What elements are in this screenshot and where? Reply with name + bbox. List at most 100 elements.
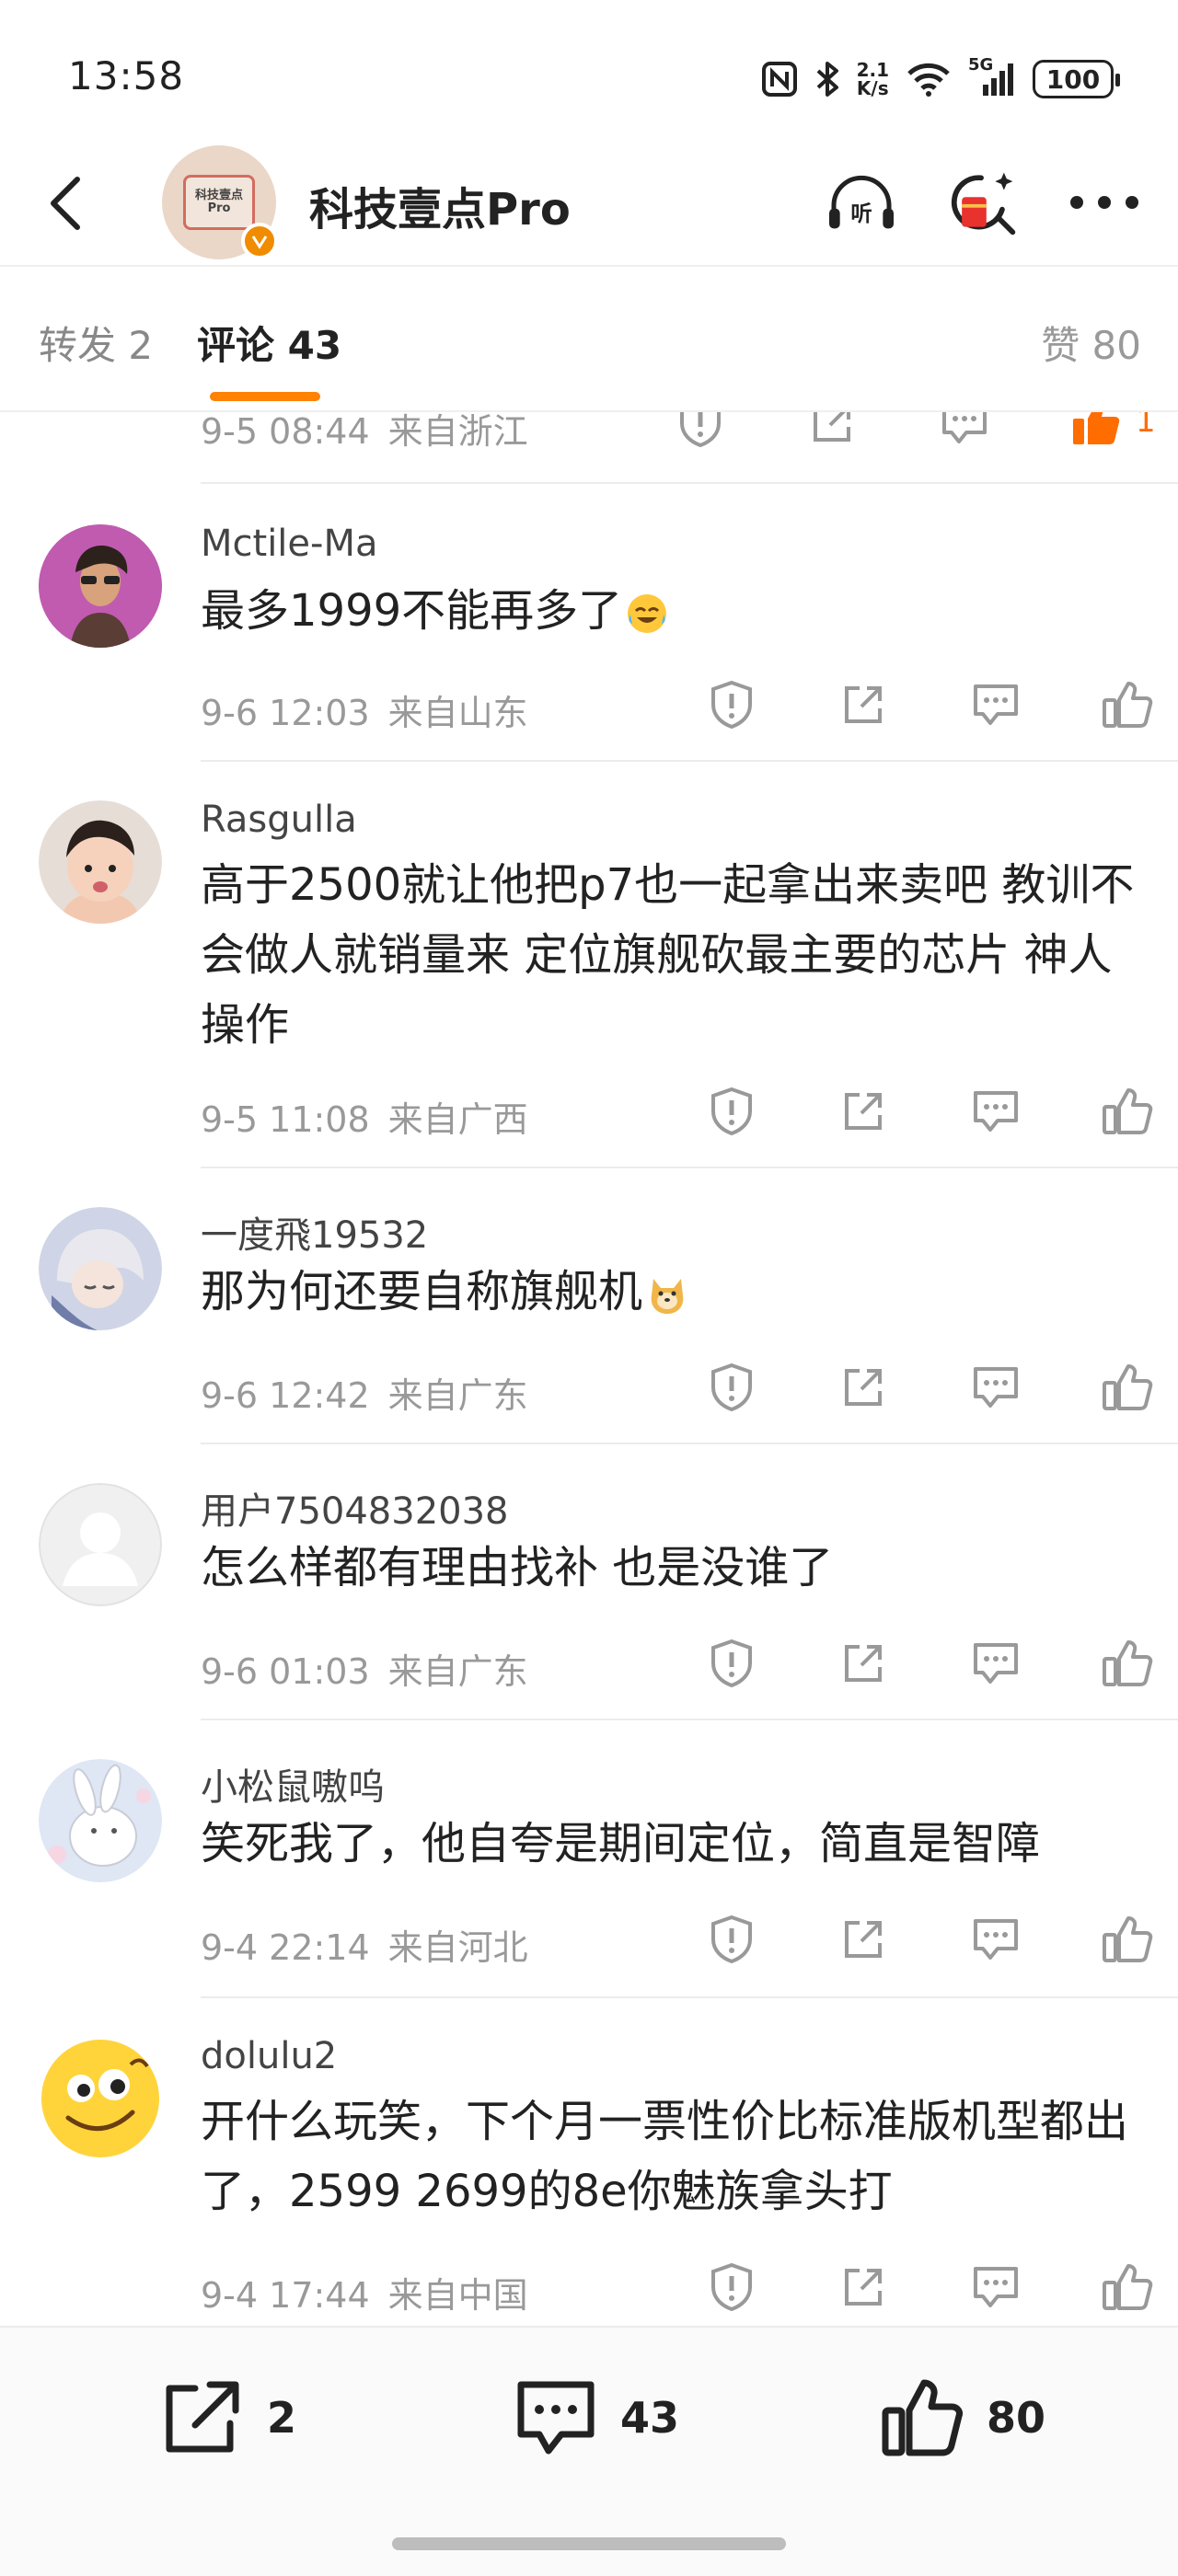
account-name[interactable]: 科技壹点Pro	[309, 173, 571, 237]
home-indicator[interactable]	[392, 2537, 786, 2550]
reply-button[interactable]	[964, 677, 1028, 732]
comment-username[interactable]: 用户7504832038	[201, 1481, 509, 1535]
comment-actions	[699, 677, 1160, 732]
report-shield-icon	[711, 1363, 752, 1412]
comment-actions	[699, 1360, 1160, 1415]
comment-text: 开什么玩笑，下个月一票性价比标准版机型都出了，2599 2699的8e你魅族拿头…	[201, 2096, 1129, 2217]
like-button[interactable]: 80	[878, 2372, 1045, 2464]
tab-comments[interactable]: 评论 43	[197, 315, 341, 371]
comment-meta: 9-4 22:14 来自河北	[201, 1927, 528, 1968]
comment-username[interactable]: dolulu2	[201, 2035, 337, 2077]
thumbs-up-icon	[1102, 2264, 1153, 2310]
share-icon	[845, 2269, 883, 2306]
comment-bubble-icon	[973, 684, 1018, 725]
share-icon	[845, 1921, 883, 1958]
share-icon	[845, 1093, 883, 1130]
comment-bubble-icon	[941, 412, 987, 443]
reply-button[interactable]	[964, 2260, 1028, 2315]
avatar[interactable]	[39, 1483, 162, 1606]
header: 科技壹点Pro 科技壹点Pro 听	[0, 138, 1178, 267]
back-button[interactable]	[37, 171, 92, 236]
tabs-bar: 转发 2 评论 43 赞 80	[0, 269, 1178, 412]
thumbs-up-icon	[1102, 1088, 1153, 1134]
like-button[interactable]	[1095, 2260, 1160, 2315]
comment-count: 43	[620, 2393, 680, 2443]
reply-button[interactable]	[964, 1636, 1028, 1691]
comment-list: 9-5 08:44 来自浙江 1 Mctile-Ma 最多1999不能再多了 9-…	[0, 412, 1178, 2326]
share-button[interactable]	[831, 1360, 895, 1415]
comment-actions	[699, 1084, 1160, 1139]
tab-repost[interactable]: 转发 2	[39, 315, 153, 371]
more-button[interactable]	[1068, 166, 1141, 239]
avatar[interactable]	[39, 1207, 162, 1330]
tab-likes[interactable]: 赞 80	[1041, 315, 1141, 371]
repost-button[interactable]: 2	[158, 2372, 296, 2464]
share-button[interactable]	[831, 677, 895, 732]
comment-item: 用户7504832038 怎么样都有理由找补 也是没谁了 9-6 01:03 来自…	[0, 1444, 1178, 1720]
comment-text: 笑死我了，他自夸是期间定位，简直是智障	[201, 1818, 1041, 1869]
avatar[interactable]	[39, 800, 162, 924]
red-packet-search-icon	[951, 172, 1016, 236]
share-button[interactable]	[831, 1636, 895, 1691]
reply-button[interactable]	[964, 1360, 1028, 1415]
like-button[interactable]: 1	[1064, 412, 1156, 451]
battery-indicator: 100	[1033, 60, 1120, 98]
share-icon	[845, 1645, 883, 1682]
share-icon	[845, 1369, 883, 1406]
comment-text: 怎么样都有理由找补 也是没谁了	[201, 1542, 834, 1593]
repost-share-icon	[166, 2381, 239, 2453]
comment-username[interactable]: 小松鼠嗷呜	[201, 1757, 385, 1811]
share-button[interactable]	[831, 1912, 895, 1967]
avatar[interactable]	[39, 2037, 162, 2160]
report-button[interactable]	[699, 677, 764, 732]
like-button[interactable]	[1095, 1912, 1160, 1967]
headphones-icon: 听	[829, 175, 894, 229]
comment-username[interactable]: Rasgulla	[201, 799, 357, 841]
report-shield-icon	[711, 680, 752, 730]
comment-username[interactable]: Mctile-Ma	[201, 523, 377, 565]
comment-text: 高于2500就让他把p7也一起拿出来卖吧 教训不会做人就销量来 定位旗舰砍最主要…	[201, 859, 1135, 1051]
thumbs-up-icon	[1102, 1916, 1153, 1962]
like-button[interactable]	[1095, 1636, 1160, 1691]
report-shield-icon	[711, 1639, 752, 1688]
comment-actions	[699, 1912, 1160, 1967]
comment-actions	[699, 2260, 1160, 2315]
reply-button[interactable]	[964, 1084, 1028, 1139]
thumbs-up-icon	[882, 2379, 963, 2456]
report-button[interactable]	[699, 1360, 764, 1415]
like-button[interactable]	[1095, 1360, 1160, 1415]
report-button[interactable]	[699, 1912, 764, 1967]
active-tab-indicator	[210, 392, 320, 401]
header-actions: 听	[825, 166, 1141, 239]
report-shield-icon	[711, 1087, 752, 1136]
like-button[interactable]	[1095, 1084, 1160, 1139]
report-shield-icon	[711, 2262, 752, 2312]
share-button[interactable]	[831, 2260, 895, 2315]
avatar[interactable]	[39, 1759, 162, 1882]
comment-meta: 9-5 11:08 来自广西	[201, 1099, 528, 1140]
share-button[interactable]	[831, 1084, 895, 1139]
search-button[interactable]	[946, 166, 1020, 239]
report-button[interactable]	[699, 1636, 764, 1691]
comment-meta: 9-6 01:03 来自广东	[201, 1651, 528, 1692]
comment-bubble-icon	[517, 2381, 595, 2455]
report-button[interactable]	[699, 1084, 764, 1139]
wifi-icon	[906, 61, 952, 98]
status-bar: 13:58 2.1 K/s 5G 100	[0, 0, 1178, 138]
report-shield-icon	[680, 412, 721, 448]
like-button[interactable]	[1095, 677, 1160, 732]
share-button[interactable]	[800, 412, 864, 451]
listen-button[interactable]: 听	[825, 166, 898, 239]
thumbs-up-icon	[1102, 1364, 1153, 1410]
comment-username[interactable]: 一度飛19532	[201, 1205, 428, 1259]
comment-button[interactable]: 43	[512, 2372, 679, 2464]
account-avatar[interactable]: 科技壹点Pro	[162, 145, 278, 259]
report-button[interactable]	[668, 412, 733, 451]
comment-meta: 9-6 12:03 来自山东	[201, 693, 528, 733]
reply-button[interactable]	[964, 1912, 1028, 1967]
avatar[interactable]	[39, 524, 162, 648]
comment-bubble-icon	[973, 1091, 1018, 1132]
reply-button[interactable]	[932, 412, 997, 451]
comment-actions: 1	[668, 412, 1156, 451]
report-button[interactable]	[699, 2260, 764, 2315]
